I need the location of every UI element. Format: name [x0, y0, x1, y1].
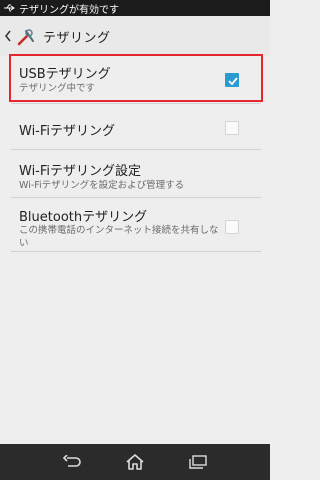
usb-tethering-title: USBテザリング: [19, 67, 111, 82]
list-item-wifi-tethering[interactable]: Wi-Fiテザリング: [11, 104, 261, 150]
list-item-usb-tethering[interactable]: USBテザリング テザリング中です: [11, 56, 261, 104]
bluetooth-tethering-title: Bluetoothテザリング: [19, 210, 148, 225]
wifi-tethering-checkbox[interactable]: [225, 121, 239, 135]
chevron-left-icon[interactable]: [3, 28, 13, 44]
usb-tethering-checkbox[interactable]: [225, 73, 239, 87]
bluetooth-tethering-subtitle: この携帯電話のインターネット接続を共有しない: [19, 225, 219, 249]
list-item-bluetooth-tethering[interactable]: Bluetoothテザリング この携帯電話のインターネット接続を共有しない: [11, 198, 261, 252]
recents-icon: [189, 455, 208, 469]
recents-button[interactable]: [184, 450, 212, 474]
back-button[interactable]: [58, 450, 86, 474]
home-button[interactable]: [121, 450, 149, 474]
back-icon: [62, 455, 81, 467]
wifi-tethering-settings-title: Wi-Fiテザリング設定: [19, 164, 142, 179]
navigation-bar: [0, 444, 270, 480]
wifi-tethering-settings-subtitle: Wi-Fiテザリングを設定および管理する: [19, 180, 185, 191]
check-icon: [228, 77, 238, 86]
page-title: テザリング: [43, 30, 111, 46]
home-icon: [126, 454, 144, 470]
wrench-tools-icon: [17, 29, 34, 46]
bluetooth-tethering-checkbox[interactable]: [225, 220, 239, 234]
action-bar: テザリング: [0, 16, 270, 56]
list-item-wifi-tethering-settings[interactable]: Wi-Fiテザリング設定 Wi-Fiテザリングを設定および管理する: [11, 150, 261, 198]
status-text: テザリングが有効です: [19, 4, 119, 16]
usb-icon: [4, 4, 15, 12]
status-bar: テザリングが有効です: [0, 0, 270, 16]
usb-tethering-subtitle: テザリング中です: [19, 83, 96, 94]
wifi-tethering-title: Wi-Fiテザリング: [19, 124, 116, 139]
